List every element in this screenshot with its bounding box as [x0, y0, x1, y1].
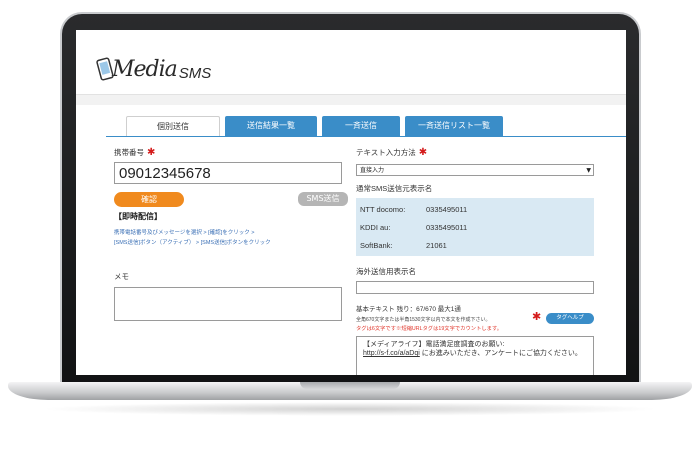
tag-help-button[interactable]: タグヘルプ: [546, 313, 594, 324]
laptop-screen: Media SMS 個別送信 送信結果一覧 一斉送信 一斉送信リスト一覧 携帯番…: [76, 30, 626, 375]
sms-send-button[interactable]: SMS送信: [298, 192, 348, 206]
app-logo[interactable]: Media SMS: [96, 50, 211, 82]
logo-text: Media: [112, 57, 178, 82]
required-mark: ✱: [418, 147, 428, 158]
logo-sub: SMS: [178, 65, 212, 82]
phone-logo-icon: [96, 56, 118, 82]
memo-label: メモ: [114, 272, 129, 281]
sender-info-panel: NTT docomo: 0335495011 KDDI au: 03354950…: [356, 198, 594, 256]
method-label: テキスト入力方法: [356, 148, 416, 157]
instruction-line-2: [SMS送信]ボタン（アクティブ） > [SMS送信]ボタンをクリック: [114, 240, 271, 246]
phone-label-row: 携帯番号 ✱: [114, 147, 155, 158]
carrier-value: 0335495011: [426, 223, 468, 232]
carrier-name: KDDI au:: [360, 223, 391, 232]
message-line-1: 【メディアライフ】電話満足度調査のお願い:: [363, 341, 505, 348]
laptop-shadow: [40, 402, 660, 416]
text-length-note: 全角670文字または半角1530文字以内で本文を作成下さい。: [356, 317, 491, 323]
laptop-notch: [300, 382, 400, 389]
header-bar: [76, 94, 626, 105]
required-mark: ✱: [532, 310, 542, 323]
memo-textarea[interactable]: [114, 287, 342, 321]
text-count: 基本テキスト 残り：67/670 最大1通: [356, 306, 461, 313]
input-method-value: 直接入力: [360, 167, 385, 174]
carrier-value: 21061: [426, 241, 447, 250]
tab-bulk-list[interactable]: 一斉送信リスト一覧: [405, 116, 503, 136]
tab-send-results[interactable]: 送信結果一覧: [225, 116, 317, 136]
tab-individual-send[interactable]: 個別送信: [126, 116, 220, 137]
message-line-2: http://s-f.co/a/aDqi にお進みいただき、アンケートにご協力く…: [363, 349, 587, 358]
tab-underline: [106, 136, 626, 137]
message-textarea[interactable]: 【メディアライフ】電話満足度調査のお願い: http://s-f.co/a/aD…: [356, 336, 594, 375]
carrier-name: NTT docomo:: [360, 205, 406, 214]
dropdown-arrow-icon: ▼: [586, 167, 591, 174]
method-label-row: テキスト入力方法 ✱: [356, 147, 427, 158]
carrier-name: SoftBank:: [360, 241, 393, 250]
tab-bulk-send[interactable]: 一斉送信: [322, 116, 400, 136]
overseas-name-input[interactable]: [356, 281, 594, 294]
phone-number-input[interactable]: 09012345678: [114, 162, 342, 184]
instant-delivery-title: 【即時配信】: [114, 212, 162, 221]
tab-bar: 個別送信 送信結果一覧 一斉送信 一斉送信リスト一覧: [126, 116, 503, 137]
message-link[interactable]: http://s-f.co/a/aDqi: [363, 350, 420, 357]
confirm-button[interactable]: 確認: [114, 192, 184, 207]
carrier-value: 0335495011: [426, 205, 468, 214]
sender-label: 通常SMS送信元表示名: [356, 184, 433, 193]
instruction-line-1: 携帯電話番号及びメッセージを選択 > [確認]をクリック >: [114, 230, 255, 236]
input-method-select[interactable]: 直接入力 ▼: [356, 164, 594, 176]
required-mark: ✱: [147, 147, 156, 158]
phone-label: 携帯番号: [114, 148, 144, 157]
overseas-label: 海外送信用表示名: [356, 267, 416, 276]
tag-note: タグは6文字です※短縮URLタグは19文字でカウントします。: [356, 326, 503, 332]
message-line-2-text: にお進みいただき、アンケートにご協力ください。: [421, 350, 582, 357]
